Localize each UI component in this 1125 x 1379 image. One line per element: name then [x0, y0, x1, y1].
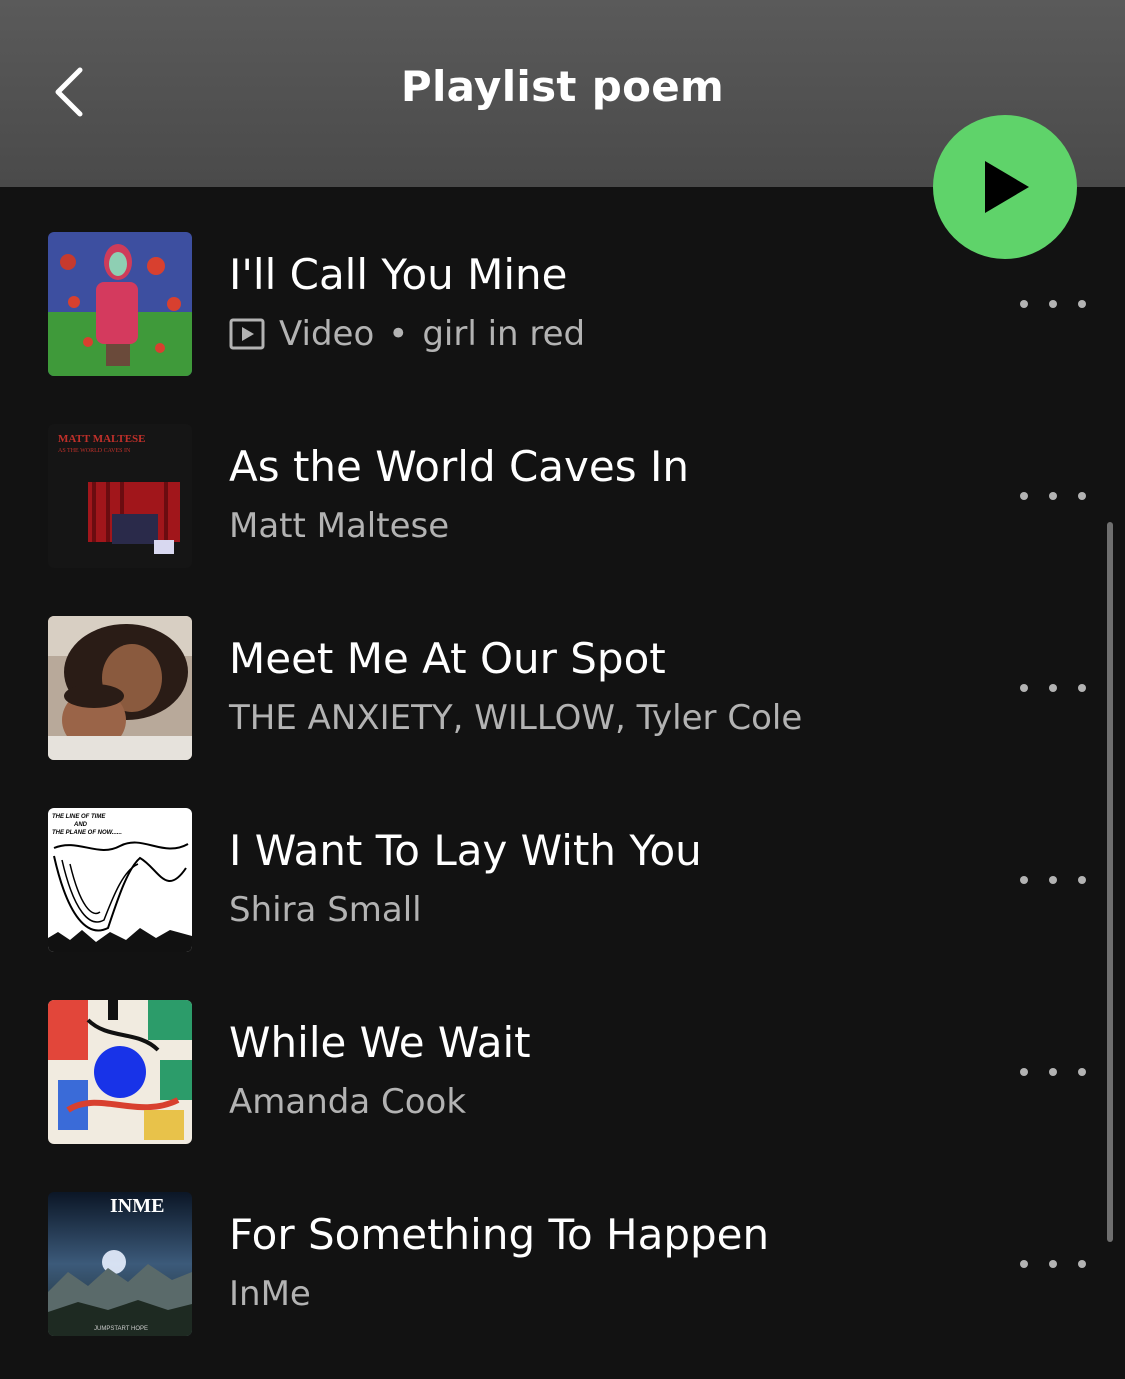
more-horizontal-icon	[1020, 300, 1028, 308]
separator-dot: •	[388, 314, 409, 354]
track-row[interactable]: While We Wait Amanda Cook	[0, 1000, 1100, 1144]
track-subtitle: Amanda Cook	[229, 1082, 466, 1122]
play-icon	[985, 161, 1029, 213]
track-row[interactable]: INME JUMPSTART HOPE For Something To Hap…	[0, 1192, 1100, 1336]
cover-text: MATT MALTESE	[58, 433, 146, 445]
track-artist: Matt Maltese	[229, 506, 450, 546]
album-art: INME JUMPSTART HOPE	[48, 1192, 192, 1336]
cover-text: AS THE WORLD CAVES IN	[58, 448, 131, 454]
more-options-button[interactable]	[1020, 1058, 1086, 1086]
track-artist: InMe	[229, 1274, 311, 1314]
track-title: As the World Caves In	[229, 442, 689, 491]
more-options-button[interactable]	[1020, 482, 1086, 510]
more-options-button[interactable]	[1020, 674, 1086, 702]
more-horizontal-icon	[1020, 876, 1028, 884]
track-subtitle: Matt Maltese	[229, 506, 449, 546]
track-row[interactable]: MATT MALTESE AS THE WORLD CAVES IN As th…	[0, 424, 1100, 568]
cover-text: INME	[110, 1195, 164, 1217]
track-row[interactable]: THE LINE OF TIME AND THE PLANE OF NOW...…	[0, 808, 1100, 952]
track-subtitle: Shira Small	[229, 890, 422, 930]
cover-text: AND	[73, 822, 88, 828]
scrollbar[interactable]	[1107, 522, 1113, 1242]
more-horizontal-icon	[1020, 684, 1028, 692]
album-art	[48, 616, 192, 760]
album-art	[48, 1000, 192, 1144]
track-title: I Want To Lay With You	[229, 826, 702, 875]
cover-text: THE PLANE OF NOW......	[52, 830, 122, 836]
track-title: I'll Call You Mine	[229, 250, 568, 299]
track-row[interactable]: I'll Call You Mine Video • girl in red	[0, 232, 1100, 376]
track-type-label: Video	[279, 314, 375, 354]
track-subtitle: THE ANXIETY, WILLOW, Tyler Cole	[229, 698, 802, 738]
album-art: MATT MALTESE AS THE WORLD CAVES IN	[48, 424, 192, 568]
album-art: THE LINE OF TIME AND THE PLANE OF NOW...…	[48, 808, 192, 952]
track-title: Meet Me At Our Spot	[229, 634, 666, 683]
more-horizontal-icon	[1020, 1068, 1028, 1076]
play-button[interactable]	[933, 115, 1077, 259]
track-title: While We Wait	[229, 1018, 531, 1067]
track-artist: girl in red	[422, 314, 586, 354]
track-artist: THE ANXIETY, WILLOW, Tyler Cole	[229, 698, 803, 738]
more-horizontal-icon	[1020, 492, 1028, 500]
more-horizontal-icon	[1020, 1260, 1028, 1268]
more-options-button[interactable]	[1020, 1250, 1086, 1278]
more-options-button[interactable]	[1020, 866, 1086, 894]
track-artist: Shira Small	[229, 890, 422, 930]
track-artist: Amanda Cook	[229, 1082, 467, 1122]
track-subtitle: Video • girl in red	[229, 314, 585, 354]
track-subtitle: InMe	[229, 1274, 311, 1314]
cover-text: JUMPSTART HOPE	[94, 1326, 148, 1332]
album-art	[48, 232, 192, 376]
more-options-button[interactable]	[1020, 290, 1086, 318]
page-title: Playlist poem	[400, 62, 725, 111]
video-icon	[229, 318, 265, 350]
track-title: For Something To Happen	[229, 1210, 770, 1259]
cover-text: THE LINE OF TIME	[52, 814, 106, 820]
track-row[interactable]: Meet Me At Our Spot THE ANXIETY, WILLOW,…	[0, 616, 1100, 760]
